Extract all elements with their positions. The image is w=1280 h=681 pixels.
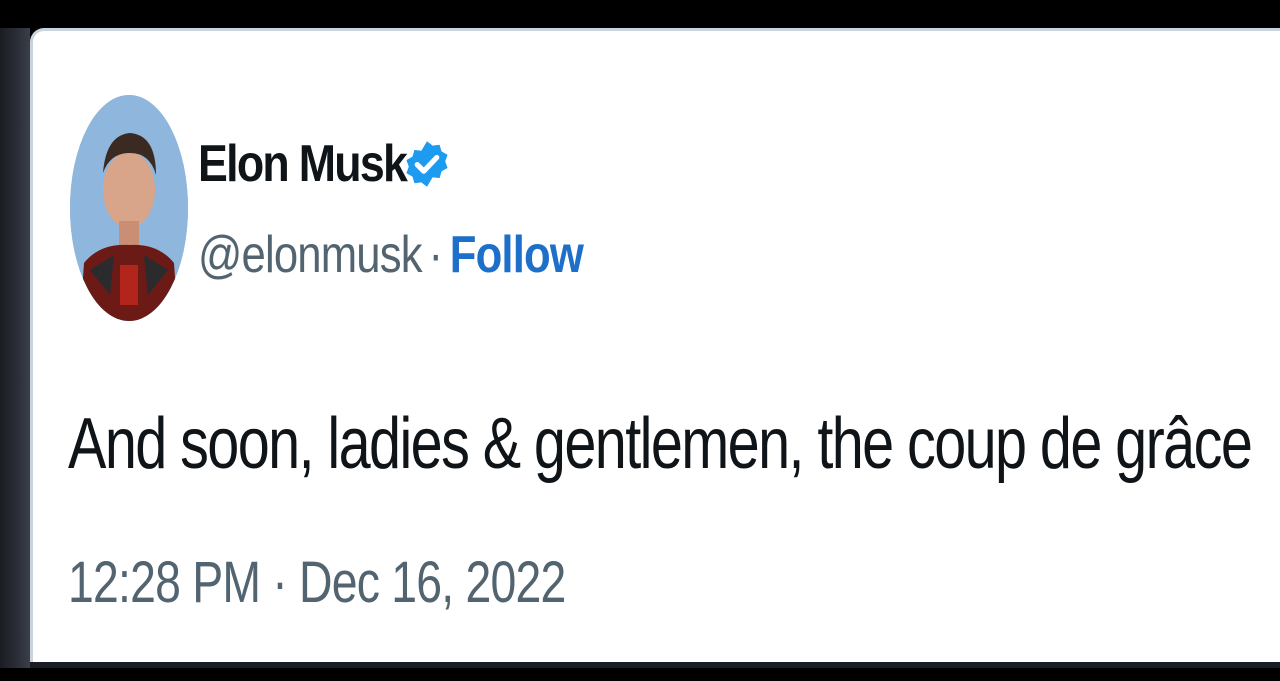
avatar-photo bbox=[70, 95, 188, 321]
screenshot-frame: Elon Musk @elonmusk · Follow And soon, l… bbox=[0, 0, 1280, 681]
background-edge bbox=[0, 28, 30, 668]
tweet-card: Elon Musk @elonmusk · Follow And soon, l… bbox=[30, 28, 1280, 664]
author-handle-row: @elonmusk · Follow bbox=[198, 225, 584, 285]
follow-button[interactable]: Follow bbox=[450, 225, 584, 285]
tweet-text: And soon, ladies & gentlemen, the coup d… bbox=[68, 404, 1253, 484]
author-name-row: Elon Musk bbox=[198, 129, 448, 199]
author-display-name[interactable]: Elon Musk bbox=[198, 134, 408, 194]
card-bottom-edge bbox=[30, 662, 1280, 668]
author-handle[interactable]: @elonmusk bbox=[198, 225, 423, 285]
verified-badge-icon bbox=[406, 141, 448, 187]
author-avatar[interactable] bbox=[70, 95, 188, 321]
tweet-timestamp[interactable]: 12:28 PM · Dec 16, 2022 bbox=[68, 549, 566, 616]
handle-separator: · bbox=[428, 226, 444, 284]
